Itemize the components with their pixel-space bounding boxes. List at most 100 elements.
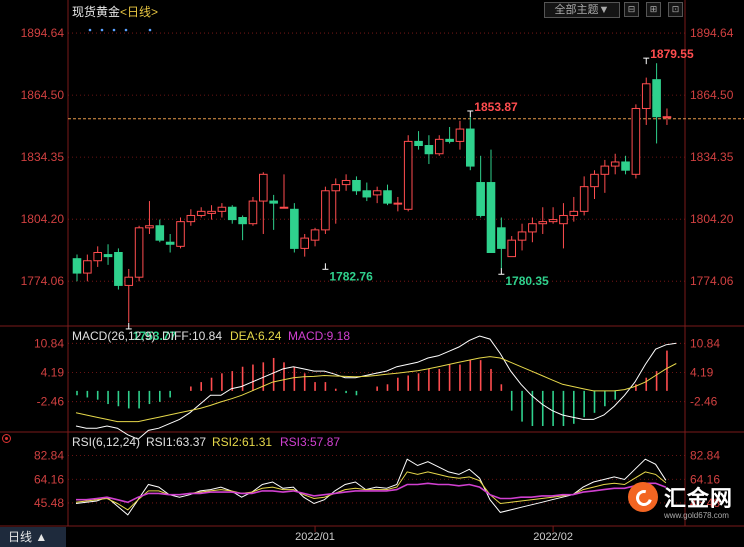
candle-body bbox=[393, 202, 403, 205]
candle-body bbox=[341, 179, 351, 186]
chart-canvas: 1753.771782.761853.871780.351879.55 MACD… bbox=[0, 0, 744, 543]
candle-body bbox=[641, 83, 651, 109]
candle-body bbox=[145, 225, 154, 229]
candle-body bbox=[662, 116, 672, 119]
candle-body bbox=[455, 128, 465, 142]
candle-body bbox=[321, 190, 330, 231]
candle-body bbox=[486, 182, 496, 254]
candle-body bbox=[196, 210, 206, 216]
y-tick-label-left: 1864.50 bbox=[21, 88, 65, 102]
candle-body bbox=[114, 252, 123, 286]
period-toggle-button[interactable]: 日线 ▲ bbox=[0, 527, 66, 547]
logo-url: www.gold678.com bbox=[664, 511, 729, 520]
logo-text: 汇金网 bbox=[664, 486, 734, 511]
candle-body bbox=[528, 223, 537, 233]
candle-body bbox=[621, 161, 630, 171]
candle-body bbox=[538, 221, 548, 225]
candle-body bbox=[93, 252, 103, 262]
rsi3-legend: RSI3:57.87 bbox=[280, 435, 340, 449]
candle-body bbox=[134, 227, 144, 278]
candle-body bbox=[155, 225, 165, 241]
indicator-settings-icon[interactable] bbox=[2, 434, 11, 443]
period-label[interactable]: <日线> bbox=[120, 5, 158, 19]
y-tick-label-left: 1804.20 bbox=[21, 212, 65, 226]
candle-body bbox=[548, 219, 558, 223]
macd-legend: MACD:9.18 bbox=[288, 329, 350, 343]
candle-body bbox=[590, 173, 599, 188]
candle-body bbox=[279, 206, 289, 209]
candle-body bbox=[383, 190, 392, 204]
price-panel[interactable]: 1753.771782.761853.871780.351879.55 bbox=[68, 28, 744, 343]
macd-panel[interactable]: MACD(26,12,9) DIFF:10.84 DEA:6.24 MACD:9.18 bbox=[72, 329, 677, 440]
legend-dot bbox=[112, 28, 116, 32]
rsi1-legend: RSI1:63.37 bbox=[146, 435, 206, 449]
minimize-icon[interactable]: ⊟ bbox=[624, 2, 639, 17]
candle-body bbox=[466, 128, 475, 167]
candle-body bbox=[72, 258, 82, 274]
x-tick-label: 2022/01 bbox=[295, 531, 335, 543]
restore-icon[interactable]: ⊡ bbox=[668, 2, 683, 17]
y-tick-label-left: 4.19 bbox=[41, 365, 65, 379]
candle-body bbox=[507, 239, 516, 258]
candle-body bbox=[403, 140, 413, 210]
legend-dot bbox=[148, 28, 152, 32]
y-tick-label-right: 4.19 bbox=[690, 365, 714, 379]
candle-body bbox=[476, 182, 485, 216]
y-tick-label-left: 1894.64 bbox=[21, 26, 65, 40]
candle-body bbox=[248, 200, 258, 225]
theme-select-button[interactable]: 全部主题▼ bbox=[544, 2, 620, 18]
candle-body bbox=[559, 214, 568, 225]
candle-body bbox=[310, 229, 320, 241]
annotation-label: 1853.87 bbox=[474, 100, 518, 114]
candle-body bbox=[372, 190, 382, 196]
y-tick-label-right: 1894.64 bbox=[690, 26, 734, 40]
x-tick-label: 2022/02 bbox=[533, 531, 573, 543]
candle-body bbox=[331, 184, 341, 192]
dea-line bbox=[75, 356, 677, 423]
candle-body bbox=[259, 173, 268, 202]
candle-body bbox=[227, 206, 237, 221]
rsi-line-1 bbox=[75, 458, 667, 516]
y-tick-label-left: 1834.35 bbox=[21, 150, 65, 164]
candle-body bbox=[238, 217, 247, 225]
y-tick-label-left: 64.16 bbox=[34, 472, 64, 486]
chart-title: 现货黄金<日线> bbox=[72, 3, 158, 20]
rsi2-legend: RSI2:61.31 bbox=[212, 435, 272, 449]
macd-label: MACD(26,12,9) bbox=[72, 329, 155, 343]
y-tick-label-right: 10.84 bbox=[690, 336, 720, 350]
candle-body bbox=[103, 254, 113, 258]
candle-body bbox=[207, 210, 216, 214]
annotation-label: 1782.76 bbox=[329, 269, 373, 283]
y-tick-label-right: 1804.20 bbox=[690, 212, 734, 226]
legend-dot bbox=[124, 28, 128, 32]
candle-body bbox=[300, 237, 309, 249]
y-tick-label-right: 82.84 bbox=[690, 449, 720, 463]
instrument-name: 现货黄金 bbox=[72, 5, 121, 19]
candle-body bbox=[165, 241, 175, 245]
dea-legend: DEA:6.24 bbox=[230, 329, 282, 343]
y-tick-label-left: 45.48 bbox=[34, 496, 64, 510]
y-tick-label-left: -2.46 bbox=[37, 395, 65, 409]
y-tick-label-right: 1774.06 bbox=[690, 274, 734, 288]
candle-body bbox=[124, 276, 134, 286]
brand-logo: 汇金网 www.gold678.com bbox=[624, 480, 742, 526]
candle-body bbox=[445, 138, 454, 142]
y-tick-label-right: 1834.35 bbox=[690, 150, 734, 164]
candle-body bbox=[569, 210, 579, 216]
candle-body bbox=[652, 79, 661, 118]
y-tick-label-right: 1864.50 bbox=[690, 88, 734, 102]
y-tick-label-left: 82.84 bbox=[34, 449, 64, 463]
candle-body bbox=[269, 200, 278, 204]
candle-body bbox=[83, 260, 92, 274]
legend-dot bbox=[88, 28, 92, 32]
candle-body bbox=[176, 221, 185, 247]
annotation-label: 1879.55 bbox=[650, 47, 694, 61]
maximize-icon[interactable]: ⊞ bbox=[646, 2, 661, 17]
diff-line bbox=[75, 335, 677, 440]
rsi-label: RSI(6,12,24) bbox=[72, 435, 140, 449]
candle-body bbox=[434, 138, 444, 155]
candle-body bbox=[217, 206, 227, 212]
candle-body bbox=[362, 190, 372, 198]
diff-legend: DIFF:10.84 bbox=[162, 329, 222, 343]
candle-body bbox=[290, 208, 299, 249]
